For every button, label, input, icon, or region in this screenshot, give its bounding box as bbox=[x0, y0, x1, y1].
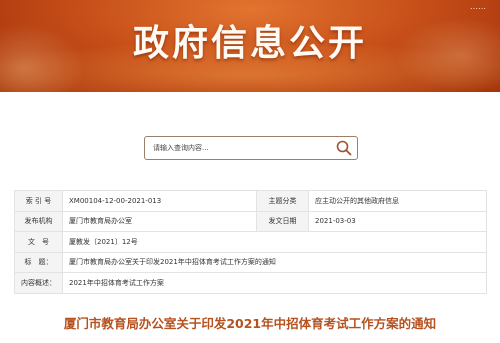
doc-number-label: 文 号 bbox=[14, 231, 63, 253]
doc-number-value: 厦教发〔2021〕12号 bbox=[62, 231, 487, 253]
index-number-label: 索 引 号 bbox=[14, 190, 63, 212]
issue-date-value: 2021-03-03 bbox=[308, 210, 487, 232]
document-info-table: 索 引 号 XM00104-12-00-2021-013 主题分类 应主动公开的… bbox=[14, 190, 487, 294]
table-row: 文 号 厦教发〔2021〕12号 bbox=[14, 231, 487, 253]
publisher-value: 厦门市教育局办公室 bbox=[62, 210, 257, 232]
title-label: 标 题： bbox=[14, 251, 63, 273]
header-banner: …… 政府信息公开 bbox=[0, 0, 500, 92]
table-row: 内容概述： 2021年中招体育考试工作方案 bbox=[14, 272, 487, 294]
index-number-value: XM00104-12-00-2021-013 bbox=[62, 190, 257, 212]
search-box bbox=[144, 136, 358, 160]
banner-top-link[interactable]: …… bbox=[470, 2, 486, 11]
table-row: 索 引 号 XM00104-12-00-2021-013 主题分类 应主动公开的… bbox=[14, 190, 487, 212]
document-title: 厦门市教育局办公室关于印发2021年中招体育考试工作方案的通知 bbox=[63, 316, 437, 331]
summary-value: 2021年中招体育考试工作方案 bbox=[62, 272, 487, 294]
publisher-label: 发布机构 bbox=[14, 210, 63, 232]
search-icon[interactable] bbox=[335, 139, 353, 157]
table-row: 标 题： 厦门市教育局办公室关于印发2021年中招体育考试工作方案的通知 bbox=[14, 251, 487, 273]
topic-category-label: 主题分类 bbox=[256, 190, 309, 212]
issue-date-label: 发文日期 bbox=[256, 210, 309, 232]
page-banner-title: 政府信息公开 bbox=[132, 23, 367, 64]
summary-label: 内容概述： bbox=[14, 272, 63, 294]
title-value: 厦门市教育局办公室关于印发2021年中招体育考试工作方案的通知 bbox=[62, 251, 487, 273]
search-input[interactable] bbox=[145, 137, 325, 159]
topic-category-value: 应主动公开的其他政府信息 bbox=[308, 190, 487, 212]
table-row: 发布机构 厦门市教育局办公室 发文日期 2021-03-03 bbox=[14, 210, 487, 232]
